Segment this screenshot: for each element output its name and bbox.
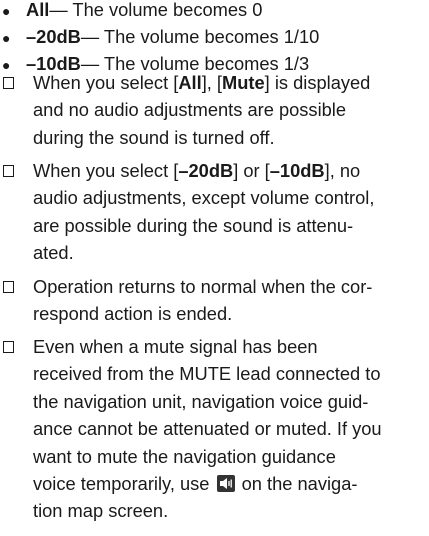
note-line: the navigation unit, navigation voice gu… — [33, 390, 369, 412]
note-text: Operation returns to normal when the cor… — [33, 273, 429, 328]
checkbox-square-icon — [0, 157, 16, 184]
bullet-icon: ● — [2, 3, 11, 19]
mute-level-list: ● All — The volume becomes 0 ● –20dB — T… — [0, 0, 319, 78]
option-description: — The volume becomes 0 — [49, 0, 263, 20]
note-line: during the sound is turned off. — [33, 126, 275, 148]
note-attenuate: When you select [–20dB] or [–10dB], no a… — [0, 157, 429, 267]
note-all-mute: When you select [All], [Mute] is display… — [0, 69, 429, 151]
note-line: voice temporarily, use on the naviga- — [33, 473, 358, 495]
note-text: When you select [All], [Mute] is display… — [33, 69, 429, 151]
list-item: ● All — The volume becomes 0 — [0, 0, 319, 24]
note-line: ance cannot be attenuated or muted. If y… — [33, 418, 382, 440]
note-line: Even when a mute signal has been — [33, 336, 318, 357]
note-text: When you select [–20dB] or [–10dB], no a… — [33, 157, 429, 267]
checkbox-square-icon — [0, 273, 16, 300]
note-line: and no audio adjustments are possible — [33, 99, 347, 121]
note-line: want to mute the navigation guidance — [33, 445, 336, 467]
note-line: tion map screen. — [33, 500, 169, 522]
note-navigation-mute: Even when a mute signal has been receive… — [0, 333, 429, 525]
note-operation-return: Operation returns to normal when the cor… — [0, 273, 429, 328]
note-line: Operation returns to normal when the cor… — [33, 276, 373, 297]
option-description: — The volume becomes 1/10 — [80, 26, 320, 47]
note-line: ated. — [33, 242, 74, 264]
note-text: Even when a mute signal has been receive… — [33, 333, 429, 525]
note-line: audio adjustments, except volume control… — [33, 187, 375, 209]
bullet-icon: ● — [2, 30, 11, 46]
manual-page: ● All — The volume becomes 0 ● –20dB — T… — [0, 0, 429, 536]
list-item: ● –20dB — The volume becomes 1/10 — [0, 24, 319, 51]
note-line: respond action is ended. — [33, 303, 233, 325]
option-name: –20dB — [26, 26, 81, 47]
note-line: received from the MUTE lead connected to — [33, 363, 381, 385]
checkbox-square-icon — [0, 69, 16, 96]
note-line: are possible during the sound is attenu- — [33, 214, 354, 236]
speaker-mute-icon — [216, 475, 235, 493]
checkbox-square-icon — [0, 333, 16, 360]
note-line: When you select [–20dB] or [–10dB], no — [33, 160, 361, 181]
option-name: All — [26, 0, 50, 20]
note-line: When you select [All], [Mute] is display… — [33, 72, 371, 93]
